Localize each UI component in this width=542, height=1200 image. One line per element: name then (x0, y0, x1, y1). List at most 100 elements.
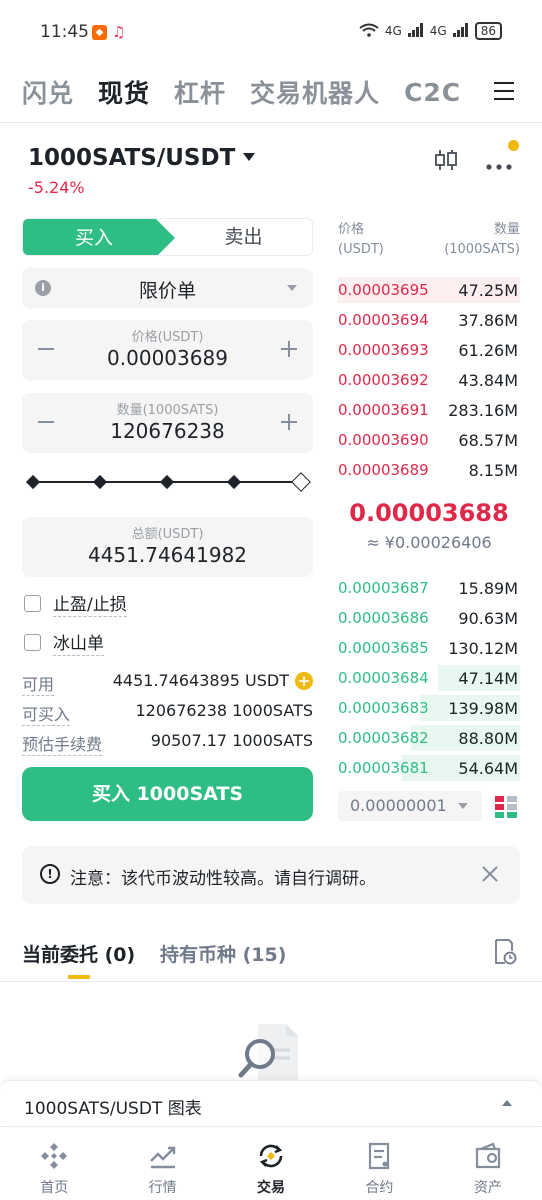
bid-quantity: 139.98M (448, 699, 518, 718)
order-history-icon[interactable] (493, 938, 517, 966)
available-value-wrap: 4451.74643895 USDT + (113, 671, 313, 690)
divider (0, 122, 542, 123)
price-input[interactable]: 0.00003689 (22, 346, 313, 370)
ask-price: 0.00003695 (338, 281, 429, 299)
tab-convert[interactable]: 闪兑 (22, 74, 74, 110)
slider-handle[interactable] (291, 472, 311, 492)
total-field[interactable]: 总额(USDT) 4451.74641982 (22, 517, 313, 577)
ask-quantity: 43.84M (458, 371, 518, 390)
nav-home-label: 首页 (40, 1180, 69, 1196)
tab-margin[interactable]: 杠杆 (174, 74, 226, 110)
bid-row[interactable]: 0.00003682 88.80M (338, 723, 520, 753)
bid-price: 0.00003682 (338, 729, 429, 747)
music-icon: ♫ (112, 23, 126, 41)
last-price[interactable]: 0.00003688 (338, 499, 520, 527)
buy-button[interactable]: 买入 1000SATS (22, 767, 313, 821)
available-label: 可用 (22, 671, 55, 696)
bid-row[interactable]: 0.00003685 130.12M (338, 633, 520, 663)
tick-size-select[interactable]: 0.00000001 (338, 791, 482, 821)
increase-quantity-button[interactable] (279, 412, 299, 432)
iceberg-checkbox[interactable] (24, 633, 41, 651)
quantity-input[interactable]: 120676238 (22, 419, 313, 443)
signal-icon (407, 22, 424, 40)
hamburger-menu-icon[interactable] (494, 82, 516, 100)
tick-size-value: 0.00000001 (350, 796, 447, 815)
ask-quantity: 283.16M (448, 401, 518, 420)
slider-node-25[interactable] (92, 474, 108, 490)
ob-price-header: 价格 (USDT) (338, 220, 384, 260)
chart-drawer[interactable]: 1000SATS/USDT 图表 (0, 1080, 542, 1126)
bid-quantity: 15.89M (458, 579, 518, 598)
quantity-stepper[interactable]: 数量(1000SATS) 120676238 (22, 393, 313, 453)
caret-down-icon (458, 803, 468, 809)
signal-icon-2 (452, 22, 469, 40)
home-icon (41, 1143, 68, 1169)
ask-price: 0.00003691 (338, 401, 429, 419)
bid-row[interactable]: 0.00003684 47.14M (338, 663, 520, 693)
fee-label: 预估手续费 (22, 731, 103, 756)
orderbook-layout-icon[interactable] (494, 795, 518, 819)
bid-row[interactable]: 0.00003687 15.89M (338, 573, 520, 603)
order-type-select[interactable]: i 限价单 (22, 268, 313, 308)
order-type-label: 限价单 (138, 280, 196, 302)
app-notification-icon: ◆ (92, 25, 107, 40)
more-options-icon[interactable] (485, 156, 513, 170)
status-indicators: 4G 4G 86 (359, 22, 502, 40)
tp-sl-checkbox[interactable] (24, 594, 41, 612)
battery-icon: 86 (474, 22, 502, 40)
nav-futures[interactable]: 合约 (325, 1127, 433, 1200)
pair-selector[interactable]: 1000SATS/USDT (28, 145, 235, 171)
nav-markets[interactable]: 行情 (108, 1127, 216, 1200)
price-stepper[interactable]: 价格(USDT) 0.00003689 (22, 320, 313, 380)
sell-tab[interactable]: 卖出 (173, 219, 312, 255)
bid-row[interactable]: 0.00003681 54.64M (338, 753, 520, 783)
available-row: 可用 4451.74643895 USDT + (22, 671, 313, 696)
last-price-fiat: ≈ ¥0.00026406 (366, 533, 492, 552)
tp-sl-option[interactable]: 止盈/止损 (24, 590, 127, 617)
add-funds-icon[interactable]: + (295, 671, 313, 690)
bid-quantity: 88.80M (458, 729, 518, 748)
total-input[interactable]: 4451.74641982 (22, 543, 313, 567)
nav-trade[interactable]: 交易 (217, 1127, 325, 1200)
ask-row[interactable]: 0.00003694 37.86M (338, 305, 520, 335)
slider-node-50[interactable] (159, 474, 175, 490)
slider-node-0[interactable] (25, 474, 41, 490)
nav-assets-label: 资产 (473, 1180, 502, 1196)
ask-row[interactable]: 0.00003692 43.84M (338, 365, 520, 395)
slider-node-75[interactable] (226, 474, 242, 490)
caret-down-icon[interactable] (243, 153, 255, 161)
nav-assets[interactable]: 资产 (434, 1127, 542, 1200)
tab-spot[interactable]: 现货 (98, 74, 150, 110)
increase-price-button[interactable] (279, 339, 299, 359)
caret-up-icon[interactable] (502, 1100, 512, 1106)
nav-home[interactable]: 首页 (0, 1127, 108, 1200)
fee-value: 90507.17 1000SATS (150, 731, 313, 750)
ask-price: 0.00003692 (338, 371, 429, 389)
chart-drawer-label[interactable]: 1000SATS/USDT 图表 (24, 1094, 202, 1119)
empty-state-icon (236, 1022, 306, 1082)
candlestick-chart-icon[interactable] (433, 147, 459, 173)
amount-slider[interactable] (25, 472, 312, 492)
ask-row[interactable]: 0.00003695 47.25M (338, 275, 520, 305)
tab-open-orders[interactable]: 当前委托 (0) (22, 940, 135, 967)
ask-quantity: 47.25M (458, 281, 518, 300)
iceberg-label[interactable]: 冰山单 (53, 629, 104, 656)
ask-row[interactable]: 0.00003690 68.57M (338, 425, 520, 455)
ask-row[interactable]: 0.00003693 61.26M (338, 335, 520, 365)
bid-row[interactable]: 0.00003686 90.63M (338, 603, 520, 633)
ask-row[interactable]: 0.00003689 8.15M (338, 455, 520, 485)
tab-trading-bots[interactable]: 交易机器人 (250, 74, 380, 110)
close-icon[interactable] (480, 864, 500, 884)
ask-price: 0.00003690 (338, 431, 429, 449)
tab-c2c[interactable]: C2C (404, 78, 461, 107)
tab-holdings[interactable]: 持有币种 (15) (160, 940, 286, 967)
bid-row[interactable]: 0.00003683 139.98M (338, 693, 520, 723)
bid-quantity: 90.63M (458, 609, 518, 628)
tp-sl-label[interactable]: 止盈/止损 (53, 590, 127, 617)
risk-notice: ! 注意：该代币波动性较高。请自行调研。 (22, 846, 520, 904)
ob-price-header-label: 价格 (338, 222, 365, 237)
iceberg-option[interactable]: 冰山单 (24, 629, 104, 656)
ask-quantity: 68.57M (458, 431, 518, 450)
buy-tab[interactable]: 买入 (23, 219, 175, 255)
ask-row[interactable]: 0.00003691 283.16M (338, 395, 520, 425)
